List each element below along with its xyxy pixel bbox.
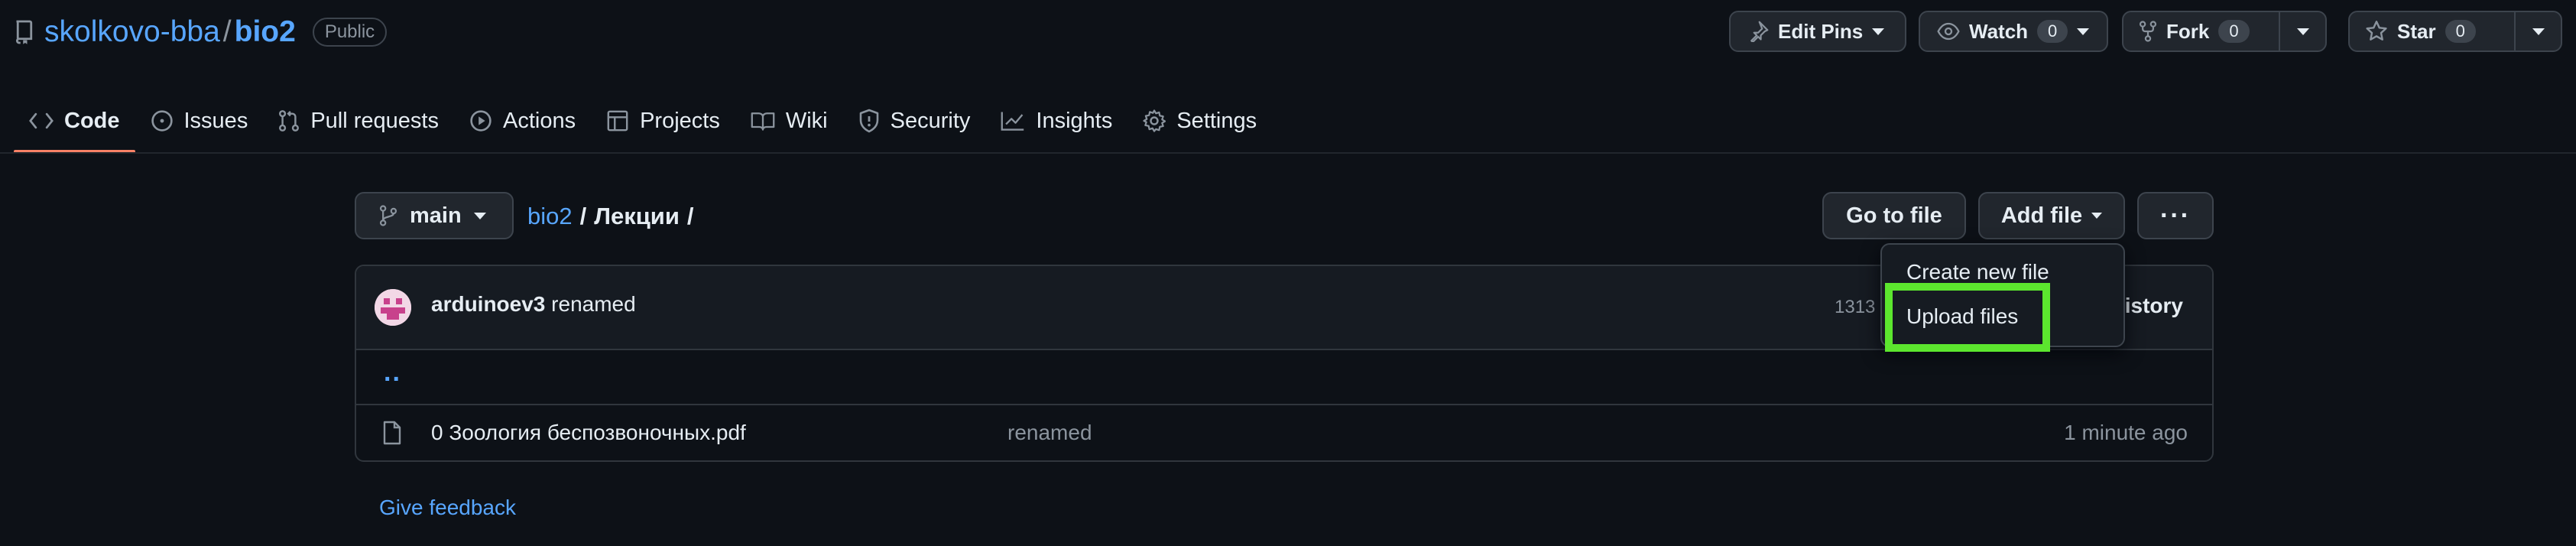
file-name-link[interactable]: 0 Зоология беспозвоночных.pdf xyxy=(431,421,746,445)
star-count: 0 xyxy=(2445,20,2476,43)
tab-label: Actions xyxy=(502,108,576,133)
fork-dropdown-toggle[interactable] xyxy=(2279,12,2325,50)
chevron-down-icon xyxy=(2296,28,2309,35)
create-new-file-item[interactable]: Create new file xyxy=(1906,260,2049,284)
chevron-down-icon xyxy=(1872,28,1885,35)
parent-directory-link[interactable]: .. xyxy=(384,358,401,388)
edit-pins-label: Edit Pins xyxy=(1778,19,1864,43)
add-file-button[interactable]: Add file xyxy=(1978,192,2125,239)
repo-tabs: Code Issues Pull requests Actions Projec… xyxy=(14,89,1272,153)
eye-icon xyxy=(1937,22,1960,41)
star-dropdown-toggle[interactable] xyxy=(2514,12,2561,50)
tab-code[interactable]: Code xyxy=(14,89,135,153)
repo-owner-link[interactable]: skolkovo-bba xyxy=(44,15,220,49)
tab-label: Projects xyxy=(640,108,720,133)
gear-icon xyxy=(1143,109,1166,132)
tab-label: Code xyxy=(64,108,120,133)
tab-label: Pull requests xyxy=(310,108,439,133)
tab-label: Wiki xyxy=(785,108,828,133)
tab-settings[interactable]: Settings xyxy=(1127,89,1272,153)
branch-name: main xyxy=(410,203,462,228)
fork-label: Fork xyxy=(2166,19,2210,43)
go-to-file-label: Go to file xyxy=(1846,203,1942,228)
pull-request-icon xyxy=(278,109,300,132)
tab-label: Settings xyxy=(1176,108,1257,133)
breadcrumb-separator: / xyxy=(579,203,587,229)
tab-label: Insights xyxy=(1036,108,1113,133)
commit-hash[interactable]: 1313 xyxy=(1835,297,1875,318)
code-icon xyxy=(29,112,54,130)
more-options-button[interactable]: ··· xyxy=(2137,192,2214,239)
chevron-down-icon xyxy=(2077,28,2090,35)
file-commit-message[interactable]: renamed xyxy=(1007,421,1092,445)
breadcrumb-separator: / xyxy=(686,203,694,229)
tabs-divider xyxy=(0,152,2576,154)
give-feedback-link[interactable]: Give feedback xyxy=(379,496,516,520)
star-label: Star xyxy=(2397,19,2436,43)
tab-label: Security xyxy=(890,108,971,133)
fork-button[interactable]: Fork 0 xyxy=(2122,11,2327,52)
fork-icon xyxy=(2139,21,2157,42)
shield-icon xyxy=(858,109,880,133)
graph-icon xyxy=(1001,110,1025,132)
play-icon xyxy=(469,109,492,132)
tab-pull-requests[interactable]: Pull requests xyxy=(263,89,454,153)
fork-count: 0 xyxy=(2218,20,2250,43)
star-icon xyxy=(2365,20,2388,43)
chevron-down-icon xyxy=(2532,28,2545,35)
add-file-label: Add file xyxy=(2000,203,2083,228)
avatar[interactable] xyxy=(375,289,411,326)
tab-security[interactable]: Security xyxy=(843,89,986,153)
chevron-down-icon xyxy=(2091,213,2103,219)
watch-button[interactable]: Watch 0 xyxy=(1919,11,2108,52)
file-icon xyxy=(382,421,402,445)
file-commit-age: 1 minute ago xyxy=(2064,421,2188,444)
table-icon xyxy=(606,109,629,132)
repo-icon xyxy=(14,20,35,44)
branch-icon xyxy=(379,205,397,226)
commit-summary: arduinoev3 renamed xyxy=(431,292,636,317)
go-to-file-button[interactable]: Go to file xyxy=(1822,192,1966,239)
breadcrumb: bio2 / Лекции / xyxy=(527,197,694,236)
commit-author-link[interactable]: arduinoev3 xyxy=(431,292,545,316)
table-row[interactable]: 0 Зоология беспозвоночных.pdf renamed 1 … xyxy=(356,405,2212,460)
tab-issues[interactable]: Issues xyxy=(135,89,264,153)
edit-pins-button[interactable]: Edit Pins xyxy=(1729,11,1906,52)
breadcrumb-repo-link[interactable]: bio2 xyxy=(527,203,573,230)
parent-directory-row[interactable]: .. xyxy=(356,349,2212,405)
pin-icon xyxy=(1747,21,1769,42)
visibility-badge: Public xyxy=(312,18,388,47)
tab-insights[interactable]: Insights xyxy=(985,89,1127,153)
watch-count: 0 xyxy=(2037,20,2068,43)
highlight-box xyxy=(1885,283,2050,352)
breadcrumb-current-dir: Лекции xyxy=(594,203,680,229)
history-link[interactable]: istory xyxy=(2125,294,2183,318)
star-button[interactable]: Star 0 xyxy=(2348,11,2562,52)
kebab-horizontal-icon: ··· xyxy=(2160,200,2191,230)
tab-actions[interactable]: Actions xyxy=(454,89,591,153)
book-icon xyxy=(751,110,775,132)
repo-separator: / xyxy=(222,15,232,48)
commit-message[interactable]: renamed xyxy=(551,292,636,316)
tab-projects[interactable]: Projects xyxy=(591,89,735,153)
repo-title: skolkovo-bba / bio2 Public xyxy=(14,11,388,54)
repo-name-link[interactable]: bio2 xyxy=(235,15,296,49)
chevron-down-icon xyxy=(473,212,486,219)
watch-label: Watch xyxy=(1969,19,2029,43)
tab-label: Issues xyxy=(183,108,248,133)
issue-icon xyxy=(151,109,174,132)
branch-selector[interactable]: main xyxy=(355,192,514,239)
tab-wiki[interactable]: Wiki xyxy=(735,89,843,153)
